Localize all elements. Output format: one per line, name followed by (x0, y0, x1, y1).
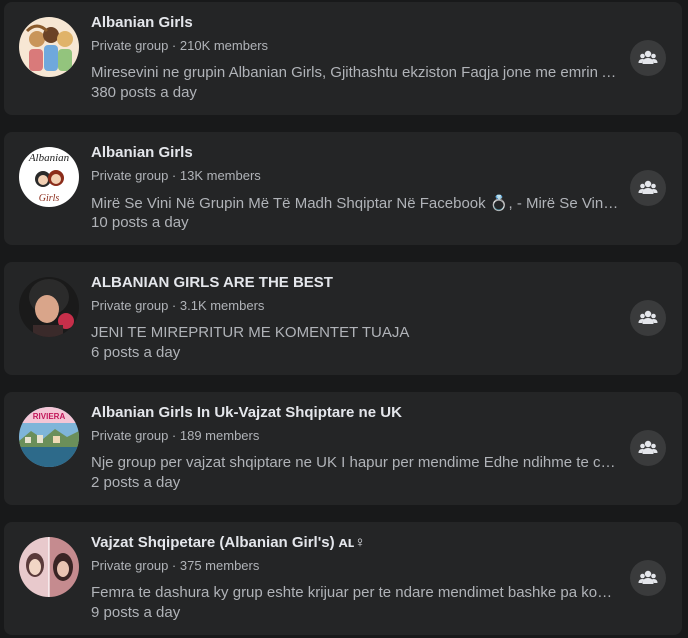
group-avatar[interactable]: Albanian Girls (19, 147, 79, 207)
group-avatar[interactable] (19, 277, 79, 337)
group-card[interactable]: Albanian Girls Albanian Girls Private gr… (4, 132, 682, 245)
group-description: Mirë Se Vini Në Grupin Më Të Madh Shqipt… (91, 195, 621, 212)
riviera-landscape-avatar-icon: RIVIERA (19, 407, 79, 467)
join-group-button[interactable] (630, 170, 666, 206)
join-group-button[interactable] (630, 40, 666, 76)
group-avatar[interactable] (19, 17, 79, 77)
group-card[interactable]: Albanian Girls Private group · 210K memb… (4, 2, 682, 115)
group-activity: 2 posts a day (91, 474, 181, 491)
group-avatar[interactable]: RIVIERA (19, 407, 79, 467)
albanian-girls-logo-avatar-icon: Albanian Girls (19, 147, 79, 207)
join-group-button[interactable] (630, 300, 666, 336)
group-name[interactable]: ALBANIAN GIRLS ARE THE BEST (91, 274, 333, 291)
avatar-text-bottom: Girls (39, 193, 60, 204)
group-results-list: Albanian Girls Private group · 210K memb… (0, 0, 688, 638)
group-members-icon (638, 180, 658, 194)
group-card[interactable]: ALBANIAN GIRLS ARE THE BEST Private grou… (4, 262, 682, 375)
group-meta: Private group · 13K members (91, 168, 261, 183)
group-activity: 9 posts a day (91, 604, 181, 621)
group-card[interactable]: Vajzat Shqipetare (Albanian Girl's) ᴀʟ♀ … (4, 522, 682, 635)
group-members-icon (638, 570, 658, 584)
group-card[interactable]: RIVIERA Albanian Girls In Uk-Vajzat Shqi… (4, 392, 682, 505)
group-meta: Private group · 210K members (91, 38, 269, 53)
group-name[interactable]: Vajzat Shqipetare (Albanian Girl's) ᴀʟ♀ (91, 534, 366, 551)
join-group-button[interactable] (630, 430, 666, 466)
group-name[interactable]: Albanian Girls (91, 14, 193, 31)
group-meta: Private group · 375 members (91, 558, 260, 573)
group-activity: 380 posts a day (91, 84, 197, 101)
group-meta: Private group · 3.1K members (91, 298, 265, 313)
group-avatar[interactable] (19, 537, 79, 597)
group-members-icon (638, 440, 658, 454)
group-description: Miresevini ne grupin Albanian Girls, Gji… (91, 64, 621, 81)
group-meta: Private group · 189 members (91, 428, 260, 443)
illustrated-girls-avatar-icon (19, 17, 79, 77)
group-description: JENI TE MIREPRITUR ME KOMENTET TUAJA (91, 324, 410, 341)
group-members-icon (638, 310, 658, 324)
group-members-icon (638, 50, 658, 64)
two-portraits-avatar-icon (19, 537, 79, 597)
avatar-text-top: Albanian (28, 152, 70, 164)
portrait-photo-avatar-icon (19, 277, 79, 337)
group-activity: 6 posts a day (91, 344, 181, 361)
group-name[interactable]: Albanian Girls (91, 144, 193, 161)
group-name[interactable]: Albanian Girls In Uk-Vajzat Shqiptare ne… (91, 404, 402, 421)
avatar-text-top: RIVIERA (33, 412, 66, 421)
join-group-button[interactable] (630, 560, 666, 596)
group-description: Femra te dashura ky grup eshte krijuar p… (91, 584, 621, 601)
group-activity: 10 posts a day (91, 214, 189, 231)
group-description: Nje group per vajzat shqiptare ne UK I h… (91, 454, 621, 471)
